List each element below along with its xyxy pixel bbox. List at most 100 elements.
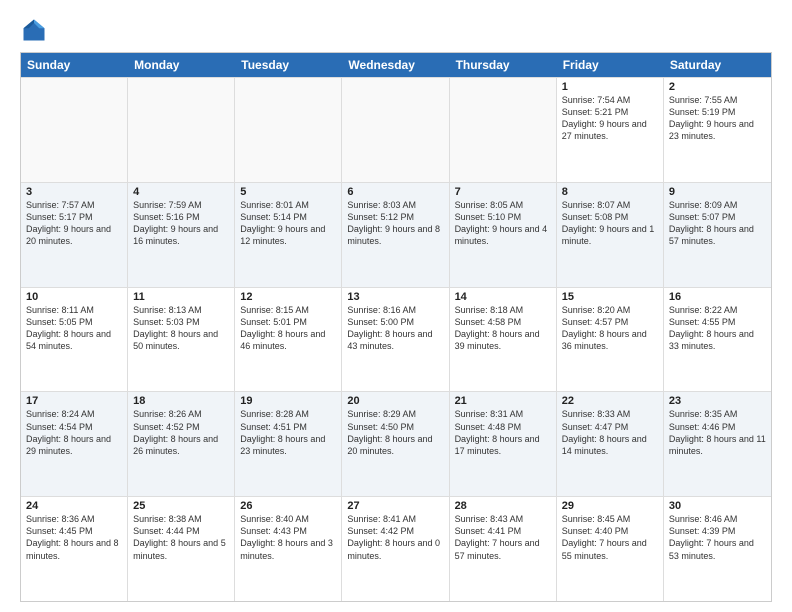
day-number: 28: [455, 500, 551, 512]
day-number: 9: [669, 186, 766, 198]
day-info: Sunrise: 8:29 AMSunset: 4:50 PMDaylight:…: [347, 408, 443, 457]
day-info: Sunrise: 7:57 AMSunset: 5:17 PMDaylight:…: [26, 199, 122, 248]
day-number: 29: [562, 500, 658, 512]
calendar-row-4: 17Sunrise: 8:24 AMSunset: 4:54 PMDayligh…: [21, 391, 771, 496]
day-number: 4: [133, 186, 229, 198]
day-info: Sunrise: 8:46 AMSunset: 4:39 PMDaylight:…: [669, 513, 766, 562]
day-info: Sunrise: 8:07 AMSunset: 5:08 PMDaylight:…: [562, 199, 658, 248]
day-number: 22: [562, 395, 658, 407]
day-cell-23: 23Sunrise: 8:35 AMSunset: 4:46 PMDayligh…: [664, 392, 771, 496]
day-number: 25: [133, 500, 229, 512]
day-cell-4: 4Sunrise: 7:59 AMSunset: 5:16 PMDaylight…: [128, 183, 235, 287]
logo: [20, 16, 52, 44]
day-info: Sunrise: 8:33 AMSunset: 4:47 PMDaylight:…: [562, 408, 658, 457]
page: SundayMondayTuesdayWednesdayThursdayFrid…: [0, 0, 792, 612]
day-info: Sunrise: 7:54 AMSunset: 5:21 PMDaylight:…: [562, 94, 658, 143]
day-info: Sunrise: 8:36 AMSunset: 4:45 PMDaylight:…: [26, 513, 122, 562]
day-cell-1: 1Sunrise: 7:54 AMSunset: 5:21 PMDaylight…: [557, 78, 664, 182]
day-info: Sunrise: 8:43 AMSunset: 4:41 PMDaylight:…: [455, 513, 551, 562]
day-number: 14: [455, 291, 551, 303]
day-info: Sunrise: 7:55 AMSunset: 5:19 PMDaylight:…: [669, 94, 766, 143]
day-info: Sunrise: 8:35 AMSunset: 4:46 PMDaylight:…: [669, 408, 766, 457]
calendar-header: SundayMondayTuesdayWednesdayThursdayFrid…: [21, 53, 771, 77]
day-cell-30: 30Sunrise: 8:46 AMSunset: 4:39 PMDayligh…: [664, 497, 771, 601]
day-info: Sunrise: 8:41 AMSunset: 4:42 PMDaylight:…: [347, 513, 443, 562]
day-cell-8: 8Sunrise: 8:07 AMSunset: 5:08 PMDaylight…: [557, 183, 664, 287]
day-info: Sunrise: 8:05 AMSunset: 5:10 PMDaylight:…: [455, 199, 551, 248]
day-cell-19: 19Sunrise: 8:28 AMSunset: 4:51 PMDayligh…: [235, 392, 342, 496]
day-number: 6: [347, 186, 443, 198]
empty-cell: [450, 78, 557, 182]
day-info: Sunrise: 8:28 AMSunset: 4:51 PMDaylight:…: [240, 408, 336, 457]
header-day-thursday: Thursday: [450, 53, 557, 77]
day-number: 10: [26, 291, 122, 303]
day-cell-3: 3Sunrise: 7:57 AMSunset: 5:17 PMDaylight…: [21, 183, 128, 287]
day-info: Sunrise: 8:40 AMSunset: 4:43 PMDaylight:…: [240, 513, 336, 562]
calendar-row-2: 3Sunrise: 7:57 AMSunset: 5:17 PMDaylight…: [21, 182, 771, 287]
day-cell-27: 27Sunrise: 8:41 AMSunset: 4:42 PMDayligh…: [342, 497, 449, 601]
empty-cell: [235, 78, 342, 182]
day-cell-18: 18Sunrise: 8:26 AMSunset: 4:52 PMDayligh…: [128, 392, 235, 496]
day-info: Sunrise: 8:09 AMSunset: 5:07 PMDaylight:…: [669, 199, 766, 248]
day-info: Sunrise: 8:11 AMSunset: 5:05 PMDaylight:…: [26, 304, 122, 353]
day-info: Sunrise: 8:03 AMSunset: 5:12 PMDaylight:…: [347, 199, 443, 248]
day-info: Sunrise: 8:13 AMSunset: 5:03 PMDaylight:…: [133, 304, 229, 353]
header-day-sunday: Sunday: [21, 53, 128, 77]
day-number: 11: [133, 291, 229, 303]
day-number: 2: [669, 81, 766, 93]
day-info: Sunrise: 8:38 AMSunset: 4:44 PMDaylight:…: [133, 513, 229, 562]
day-cell-9: 9Sunrise: 8:09 AMSunset: 5:07 PMDaylight…: [664, 183, 771, 287]
day-number: 23: [669, 395, 766, 407]
calendar-row-3: 10Sunrise: 8:11 AMSunset: 5:05 PMDayligh…: [21, 287, 771, 392]
day-cell-29: 29Sunrise: 8:45 AMSunset: 4:40 PMDayligh…: [557, 497, 664, 601]
empty-cell: [342, 78, 449, 182]
day-info: Sunrise: 8:45 AMSunset: 4:40 PMDaylight:…: [562, 513, 658, 562]
day-info: Sunrise: 8:16 AMSunset: 5:00 PMDaylight:…: [347, 304, 443, 353]
day-info: Sunrise: 8:01 AMSunset: 5:14 PMDaylight:…: [240, 199, 336, 248]
day-number: 19: [240, 395, 336, 407]
day-number: 5: [240, 186, 336, 198]
day-number: 27: [347, 500, 443, 512]
day-info: Sunrise: 8:18 AMSunset: 4:58 PMDaylight:…: [455, 304, 551, 353]
day-cell-16: 16Sunrise: 8:22 AMSunset: 4:55 PMDayligh…: [664, 288, 771, 392]
day-cell-12: 12Sunrise: 8:15 AMSunset: 5:01 PMDayligh…: [235, 288, 342, 392]
day-number: 8: [562, 186, 658, 198]
day-number: 1: [562, 81, 658, 93]
header-day-saturday: Saturday: [664, 53, 771, 77]
header-day-wednesday: Wednesday: [342, 53, 449, 77]
header-day-tuesday: Tuesday: [235, 53, 342, 77]
day-number: 7: [455, 186, 551, 198]
day-number: 15: [562, 291, 658, 303]
day-number: 26: [240, 500, 336, 512]
empty-cell: [21, 78, 128, 182]
calendar-row-1: 1Sunrise: 7:54 AMSunset: 5:21 PMDaylight…: [21, 77, 771, 182]
day-cell-21: 21Sunrise: 8:31 AMSunset: 4:48 PMDayligh…: [450, 392, 557, 496]
day-cell-13: 13Sunrise: 8:16 AMSunset: 5:00 PMDayligh…: [342, 288, 449, 392]
day-number: 13: [347, 291, 443, 303]
day-cell-17: 17Sunrise: 8:24 AMSunset: 4:54 PMDayligh…: [21, 392, 128, 496]
day-cell-26: 26Sunrise: 8:40 AMSunset: 4:43 PMDayligh…: [235, 497, 342, 601]
logo-icon: [20, 16, 48, 44]
day-number: 30: [669, 500, 766, 512]
day-info: Sunrise: 8:15 AMSunset: 5:01 PMDaylight:…: [240, 304, 336, 353]
day-info: Sunrise: 8:20 AMSunset: 4:57 PMDaylight:…: [562, 304, 658, 353]
day-number: 16: [669, 291, 766, 303]
day-cell-11: 11Sunrise: 8:13 AMSunset: 5:03 PMDayligh…: [128, 288, 235, 392]
day-info: Sunrise: 7:59 AMSunset: 5:16 PMDaylight:…: [133, 199, 229, 248]
day-number: 21: [455, 395, 551, 407]
empty-cell: [128, 78, 235, 182]
day-info: Sunrise: 8:31 AMSunset: 4:48 PMDaylight:…: [455, 408, 551, 457]
day-cell-28: 28Sunrise: 8:43 AMSunset: 4:41 PMDayligh…: [450, 497, 557, 601]
day-cell-22: 22Sunrise: 8:33 AMSunset: 4:47 PMDayligh…: [557, 392, 664, 496]
calendar-row-5: 24Sunrise: 8:36 AMSunset: 4:45 PMDayligh…: [21, 496, 771, 601]
header-day-friday: Friday: [557, 53, 664, 77]
calendar: SundayMondayTuesdayWednesdayThursdayFrid…: [20, 52, 772, 602]
day-cell-15: 15Sunrise: 8:20 AMSunset: 4:57 PMDayligh…: [557, 288, 664, 392]
day-cell-5: 5Sunrise: 8:01 AMSunset: 5:14 PMDaylight…: [235, 183, 342, 287]
day-cell-20: 20Sunrise: 8:29 AMSunset: 4:50 PMDayligh…: [342, 392, 449, 496]
day-cell-10: 10Sunrise: 8:11 AMSunset: 5:05 PMDayligh…: [21, 288, 128, 392]
day-cell-7: 7Sunrise: 8:05 AMSunset: 5:10 PMDaylight…: [450, 183, 557, 287]
day-number: 20: [347, 395, 443, 407]
day-cell-25: 25Sunrise: 8:38 AMSunset: 4:44 PMDayligh…: [128, 497, 235, 601]
day-info: Sunrise: 8:22 AMSunset: 4:55 PMDaylight:…: [669, 304, 766, 353]
